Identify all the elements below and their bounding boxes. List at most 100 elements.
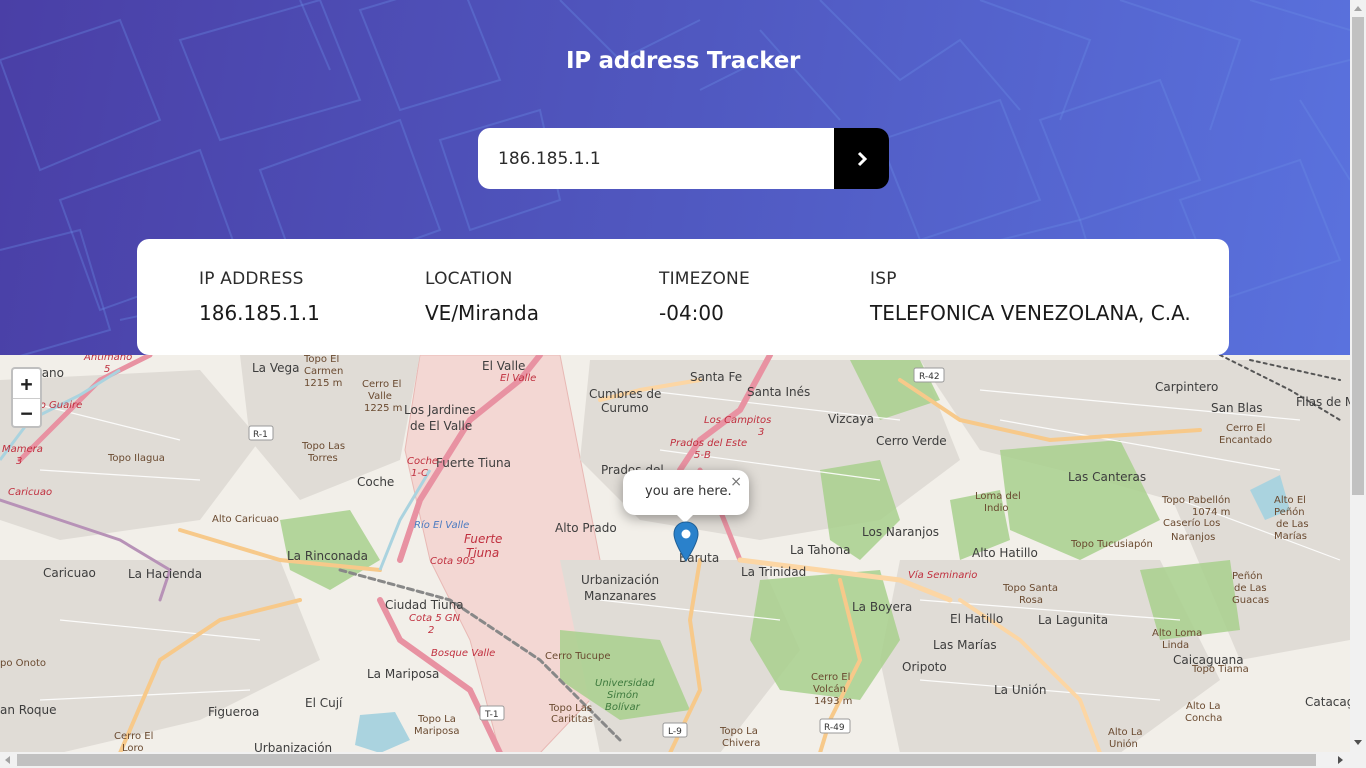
info-value: VE/Miranda [425,301,539,325]
map-label: Coche [357,475,394,489]
info-label: IP ADDRESS [199,269,304,289]
map-label: El Cují [305,696,343,710]
page-title: IP address Tracker [565,48,801,74]
map-label: Ciudad Tiuna [385,598,464,612]
horizontal-scrollbar[interactable] [0,752,1350,768]
map-label: Caricuao [43,566,96,580]
map-label: El Valle [482,359,525,373]
map-label: San Blas [1211,401,1263,415]
map-label: La Hacienda [128,567,202,581]
map-label: La Vega [252,361,299,375]
map-label: Manzanares [584,589,656,603]
svg-text:Caserío Los: Caserío Los [1163,517,1220,529]
map-zoom-control: + − [11,367,42,428]
map-label: Oripoto [902,660,947,674]
map-label: Los Naranjos [862,525,939,539]
svg-text:3: 3 [758,427,764,438]
svg-text:Cerro El: Cerro El [811,672,850,683]
svg-text:Cerro El: Cerro El [114,731,153,742]
svg-text:Alto Caricuao: Alto Caricuao [212,514,279,525]
search-bar [478,128,889,189]
svg-text:Linda: Linda [1162,640,1189,651]
svg-text:Topo La: Topo La [719,726,758,737]
vertical-scroll-thumb[interactable] [1352,17,1364,495]
svg-text:Guacas: Guacas [1232,595,1269,606]
svg-text:Los Campitos: Los Campitos [704,415,771,426]
svg-text:2: 2 [428,625,434,636]
svg-text:Unión: Unión [1109,738,1138,750]
horizontal-scroll-thumb[interactable] [17,754,1316,766]
map-label: La Trinidad [741,565,806,579]
search-button[interactable] [834,128,889,189]
ip-search-input[interactable] [478,128,834,189]
map-label: Alto Hatillo [972,546,1038,560]
svg-text:Cerro Tucupe: Cerro Tucupe [545,651,611,662]
map-label: La Unión [994,683,1047,697]
close-icon[interactable]: × [730,474,742,490]
info-card: IP ADDRESS 186.185.1.1 LOCATION VE/Miran… [137,239,1229,355]
svg-text:Bolívar: Bolívar [605,701,641,713]
svg-text:Alto La: Alto La [1108,727,1143,738]
info-value: TELEFONICA VENEZOLANA, C.A. [870,301,1191,325]
svg-text:Cota 5 GN: Cota 5 GN [409,613,461,624]
map-label: Los Jardines [404,403,476,417]
map-label: La Lagunita [1038,613,1108,627]
svg-text:El Valle: El Valle [500,373,536,384]
svg-text:Volcán: Volcán [813,683,846,695]
svg-text:Naranjos: Naranjos [1171,532,1215,543]
svg-text:Topo Tucusiapón: Topo Tucusiapón [1070,538,1153,550]
svg-text:5: 5 [104,364,110,375]
info-ip-address: IP ADDRESS 186.185.1.1 [199,269,320,325]
map-label: Catacag [1305,695,1350,709]
zoom-out-button[interactable]: − [13,398,40,427]
svg-text:Caricuao: Caricuao [8,487,52,498]
info-location: LOCATION VE/Miranda [425,269,539,325]
zoom-in-button[interactable]: + [13,369,40,398]
svg-text:Simón: Simón [607,689,638,701]
svg-text:Mamera: Mamera [2,444,43,455]
map-label: Curumo [601,401,649,415]
svg-text:5-B: 5-B [694,450,711,461]
map-label: Figueroa [208,705,259,719]
map-label: Urbanización [581,573,659,587]
svg-text:Topo Ilagua: Topo Ilagua [107,453,165,464]
svg-text:de Las: de Las [1276,519,1309,530]
map-marker-icon[interactable] [673,521,699,563]
map-label: El Hatillo [950,612,1003,626]
svg-text:T-1: T-1 [484,710,499,720]
svg-text:Alto Loma: Alto Loma [1152,628,1202,639]
svg-text:Peñón: Peñón [1274,506,1305,518]
map-label: La Tahona [790,543,850,557]
map-label: Fuerte Tiuna [436,456,511,470]
svg-text:Topo Las: Topo Las [548,703,592,714]
svg-text:R-1: R-1 [253,430,268,440]
svg-text:1074 m: 1074 m [1192,507,1230,518]
info-label: ISP [870,269,897,289]
info-isp: ISP TELEFONICA VENEZOLANA, C.A. [870,269,1191,325]
info-value: -04:00 [659,301,724,325]
svg-text:Topo La: Topo La [417,714,456,725]
svg-text:1225 m: 1225 m [364,403,402,414]
svg-text:Marías: Marías [1274,530,1307,542]
svg-text:Concha: Concha [1185,713,1222,724]
map-label: Santa Inés [747,385,810,399]
svg-text:Loma del: Loma del [975,491,1021,502]
chevron-right-icon [857,151,867,166]
map-label: La Boyera [852,600,912,614]
page: IP address Tracker IP ADDRESS 186.185.1.… [0,0,1366,768]
vertical-scrollbar[interactable] [1350,0,1366,768]
map-label: La Mariposa [367,667,439,681]
map-label: Cumbres de [589,387,661,401]
svg-text:R-42: R-42 [919,372,940,382]
svg-text:Cerro El: Cerro El [1226,423,1265,434]
map-label: La Rinconada [287,549,368,563]
svg-text:L-9: L-9 [668,727,682,737]
svg-text:Topo Santa: Topo Santa [1002,583,1058,594]
map-label: Las Marías [933,638,997,652]
info-timezone: TIMEZONE -04:00 [659,269,750,325]
location-popup: you are here. × [623,470,749,523]
svg-text:Topo Tiama: Topo Tiama [1191,664,1249,675]
svg-text:Valle: Valle [368,391,392,402]
svg-text:de Las: de Las [1234,583,1267,594]
svg-text:Alto La: Alto La [1186,701,1221,712]
